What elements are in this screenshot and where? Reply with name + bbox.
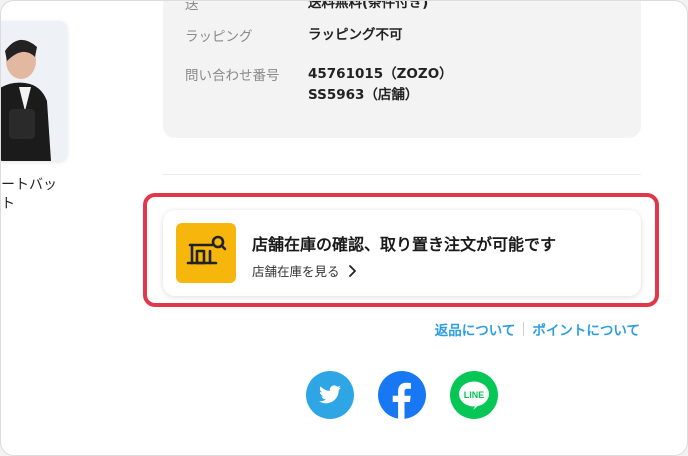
link-separator bbox=[523, 322, 525, 336]
chevron-right-icon bbox=[348, 264, 356, 277]
facebook-share-button[interactable] bbox=[378, 371, 426, 419]
info-value-line2: SS5963（店舗） bbox=[308, 87, 419, 103]
product-thumbnail[interactable] bbox=[1, 21, 67, 161]
page-frame: ートバッ ト 送 送料無料(条件付き) ラッピング ラッピング不可 問い合わせ番… bbox=[0, 0, 688, 456]
info-value: 送料無料(条件付き) bbox=[308, 0, 429, 11]
divider bbox=[163, 174, 641, 175]
info-label: ラッピング bbox=[185, 29, 253, 45]
product-info-panel: 送 送料無料(条件付き) ラッピング ラッピング不可 問い合わせ番号 45761… bbox=[163, 0, 641, 138]
facebook-icon bbox=[392, 382, 411, 419]
store-stock-card[interactable]: 店舗在庫の確認、取り置き注文が可能です 店舗在庫を見る bbox=[163, 210, 641, 296]
product-name[interactable]: ートバッ ト bbox=[1, 176, 81, 214]
twitter-icon bbox=[319, 385, 341, 404]
store-search-icon bbox=[186, 235, 227, 265]
points-link[interactable]: ポイントについて bbox=[532, 319, 640, 339]
line-icon-label: LINE bbox=[464, 390, 485, 400]
info-label: 問い合わせ番号 bbox=[185, 68, 280, 84]
info-value: ラッピング不可 bbox=[308, 27, 403, 43]
returns-link[interactable]: 返品について bbox=[435, 319, 516, 339]
info-value-line1: 45761015（ZOZO） bbox=[308, 66, 453, 82]
store-icon-box bbox=[176, 223, 236, 283]
info-label: 送 bbox=[185, 0, 199, 13]
help-links: 返品について ポイントについて bbox=[435, 319, 640, 339]
line-icon: LINE bbox=[459, 381, 489, 410]
store-stock-title: 店舗在庫の確認、取り置き注文が可能です bbox=[252, 235, 557, 254]
store-stock-link-label: 店舗在庫を見る bbox=[252, 264, 340, 279]
line-share-button[interactable]: LINE bbox=[450, 371, 498, 419]
store-stock-link[interactable]: 店舗在庫を見る bbox=[252, 261, 356, 280]
model-photo-icon bbox=[1, 21, 67, 161]
twitter-share-button[interactable] bbox=[306, 371, 354, 419]
